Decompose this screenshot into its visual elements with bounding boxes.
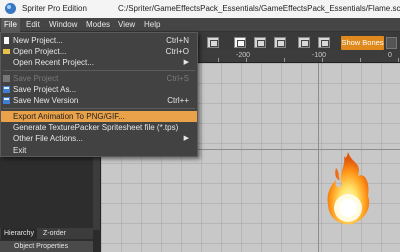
menu-item-label: Open Project...: [13, 47, 67, 56]
menu-file[interactable]: File: [1, 18, 20, 32]
menu-item-label: Save New Version: [13, 96, 79, 105]
app-name: Spriter Pro Edition: [22, 4, 87, 13]
toolbar-tool-icon[interactable]: [298, 37, 310, 48]
save-icon: [3, 75, 10, 82]
menu-separator: [3, 108, 195, 109]
menu-modes[interactable]: Modes: [83, 18, 113, 32]
menu-item-label: Exit: [13, 146, 27, 155]
menu-item-shortcut: Ctrl++: [167, 96, 189, 105]
menu-item-shortcut: Ctrl+S: [166, 74, 189, 83]
menu-item-exit[interactable]: Exit: [1, 145, 197, 156]
tab-z-order[interactable]: Z-order: [40, 228, 69, 239]
submenu-arrow-icon: ▶: [183, 135, 189, 142]
canvas-y-axis: [318, 63, 319, 252]
toolbar-tool-icon[interactable]: [234, 37, 246, 48]
new-document-icon: [4, 37, 9, 44]
menu-help[interactable]: Help: [141, 18, 163, 32]
toolbar-tool-icon[interactable]: [254, 37, 266, 48]
spriter-app-icon: [5, 3, 16, 14]
menu-item-shortcut: Ctrl+O: [165, 47, 189, 56]
menu-item-shortcut: Ctrl+N: [166, 36, 189, 45]
ruler-tick: [360, 58, 361, 62]
menu-item-open-project[interactable]: Open Project... Ctrl+O: [1, 46, 197, 57]
vertical-ruler: [93, 150, 101, 230]
submenu-arrow-icon: ▶: [183, 59, 189, 66]
tab-hierarchy[interactable]: Hierarchy: [1, 228, 37, 239]
ruler-label: -100: [312, 52, 327, 59]
ruler-label: 0: [388, 52, 392, 59]
menu-window[interactable]: Window: [46, 18, 80, 32]
file-path: C:/Spriter/GameEffectsPack_Essentials/Ga…: [118, 4, 400, 13]
toolbar-tool-icon[interactable]: [274, 37, 286, 48]
title-bar: Spriter Pro Edition C:/Spriter/GameEffec…: [0, 0, 400, 18]
menu-item-label: Save Project: [13, 74, 59, 83]
toolbar-options-icon[interactable]: [386, 37, 397, 49]
toolbar-tool-icon[interactable]: [207, 37, 219, 48]
ruler-tick: [322, 58, 323, 62]
menu-item-label: Other File Actions...: [13, 134, 83, 143]
menu-item-label: Save Project As...: [13, 85, 77, 94]
menu-item-other-file-actions[interactable]: Other File Actions... ▶: [1, 133, 197, 144]
menu-item-label: Generate TexturePacker Spritesheet file …: [13, 123, 179, 132]
ruler-tick: [218, 58, 219, 62]
ruler-tick: [246, 58, 247, 62]
menu-edit[interactable]: Edit: [23, 18, 43, 32]
ruler-tick: [398, 58, 399, 62]
object-properties-header: Object Properties: [0, 241, 93, 252]
horizontal-ruler: -200 -100 0: [198, 50, 400, 63]
save-version-icon: [3, 97, 10, 104]
menu-item-label: Open Recent Project...: [13, 58, 94, 67]
ruler-label: -200: [236, 52, 251, 59]
menu-item-generate-texturepacker[interactable]: Generate TexturePacker Spritesheet file …: [1, 122, 197, 133]
menu-item-label: Export Animation To PNG/GIF...: [13, 112, 125, 121]
menu-bar: File Edit Window Modes View Help: [0, 18, 400, 32]
menu-item-save-new-version[interactable]: Save New Version Ctrl++: [1, 95, 197, 106]
flame-sprite[interactable]: [322, 150, 374, 230]
show-bones-button[interactable]: Show Bones: [341, 36, 384, 50]
toolbar-tool-icon[interactable]: [318, 37, 330, 48]
save-as-icon: [3, 86, 10, 93]
file-menu-dropdown: New Project... Ctrl+N Open Project... Ct…: [0, 32, 198, 157]
menu-item-label: New Project...: [13, 36, 63, 45]
open-folder-icon: [3, 49, 10, 54]
menu-item-new-project[interactable]: New Project... Ctrl+N: [1, 35, 197, 46]
menu-item-save-project: Save Project Ctrl+S: [1, 73, 197, 84]
menu-item-open-recent[interactable]: Open Recent Project... ▶: [1, 57, 197, 68]
menu-view[interactable]: View: [115, 18, 138, 32]
menu-item-save-project-as[interactable]: Save Project As...: [1, 84, 197, 95]
menu-separator: [3, 70, 195, 71]
menu-item-export-animation[interactable]: Export Animation To PNG/GIF...: [1, 111, 197, 122]
ruler-tick: [284, 58, 285, 62]
panel-tabs: Hierarchy Z-order: [0, 228, 93, 239]
